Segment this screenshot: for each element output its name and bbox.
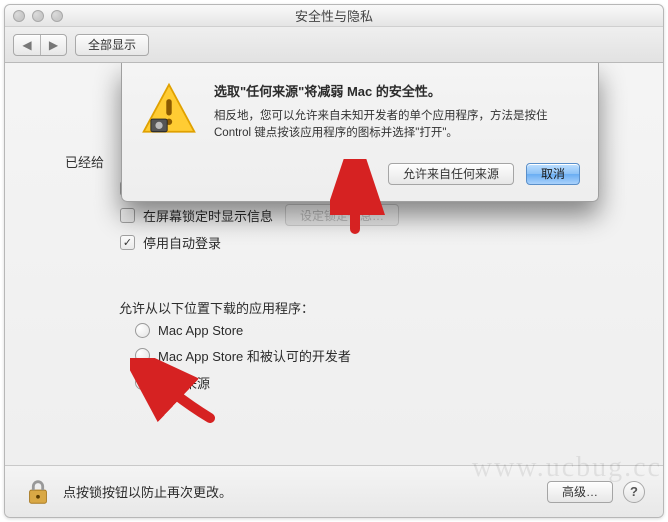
preferences-window: 安全性与隐私 ◀ ▶ 全部显示 已经给 ✓ 入屏幕保护程序以供保护程序（已丢失，… xyxy=(4,4,664,518)
radio-mac-app-store[interactable] xyxy=(135,323,150,338)
forward-button[interactable]: ▶ xyxy=(40,35,66,55)
zoom-window-button[interactable] xyxy=(51,10,63,22)
warning-icon xyxy=(140,81,198,139)
nav-segment: ◀ ▶ xyxy=(13,34,67,56)
close-window-button[interactable] xyxy=(13,10,25,22)
lock-hint-label: 点按锁按钮以防止再次更改。 xyxy=(63,482,232,501)
annotation-arrow-1 xyxy=(330,159,390,239)
show-lock-message-checkbox[interactable] xyxy=(120,208,135,223)
cancel-button[interactable]: 取消 xyxy=(526,163,580,185)
disable-autologin-row: ✓ 停用自动登录 xyxy=(120,233,221,252)
sheet-message: 相反地，您可以允许来自未知开发者的单个应用程序，方法是按住 Control 键点… xyxy=(214,108,580,143)
disable-autologin-checkbox[interactable]: ✓ xyxy=(120,235,135,250)
allow-anywhere-button[interactable]: 允许来自任何来源 xyxy=(388,163,514,185)
show-all-button[interactable]: 全部显示 xyxy=(75,34,149,56)
lock-icon[interactable] xyxy=(23,477,53,507)
disable-autologin-label: 停用自动登录 xyxy=(143,233,221,252)
annotation-arrow-2 xyxy=(130,358,220,428)
login-section-label: 已经给 xyxy=(65,152,104,171)
show-lock-message-label: 在屏幕锁定时显示信息 xyxy=(143,206,273,225)
toolbar: ◀ ▶ 全部显示 xyxy=(5,27,663,63)
radio-mac-app-store-label: Mac App Store xyxy=(158,323,243,338)
watermark: www.ucbug.cc xyxy=(472,452,662,484)
content-area: 已经给 ✓ 入屏幕保护程序以供保护程序（已丢失，无法输入密码） 在屏幕锁定时显示… xyxy=(5,63,663,465)
radio-row-mas: Mac App Store xyxy=(135,323,351,338)
window-title: 安全性与隐私 xyxy=(5,6,663,25)
sheet-title: 选取"任何来源"将减弱 Mac 的安全性。 xyxy=(214,81,580,100)
titlebar: 安全性与隐私 xyxy=(5,5,663,27)
back-button[interactable]: ◀ xyxy=(14,35,40,55)
minimize-window-button[interactable] xyxy=(32,10,44,22)
show-lock-message-row: 在屏幕锁定时显示信息 xyxy=(120,206,273,225)
traffic-lights xyxy=(5,10,63,22)
allow-apps-label: 允许从以下位置下载的应用程序： xyxy=(119,298,314,317)
